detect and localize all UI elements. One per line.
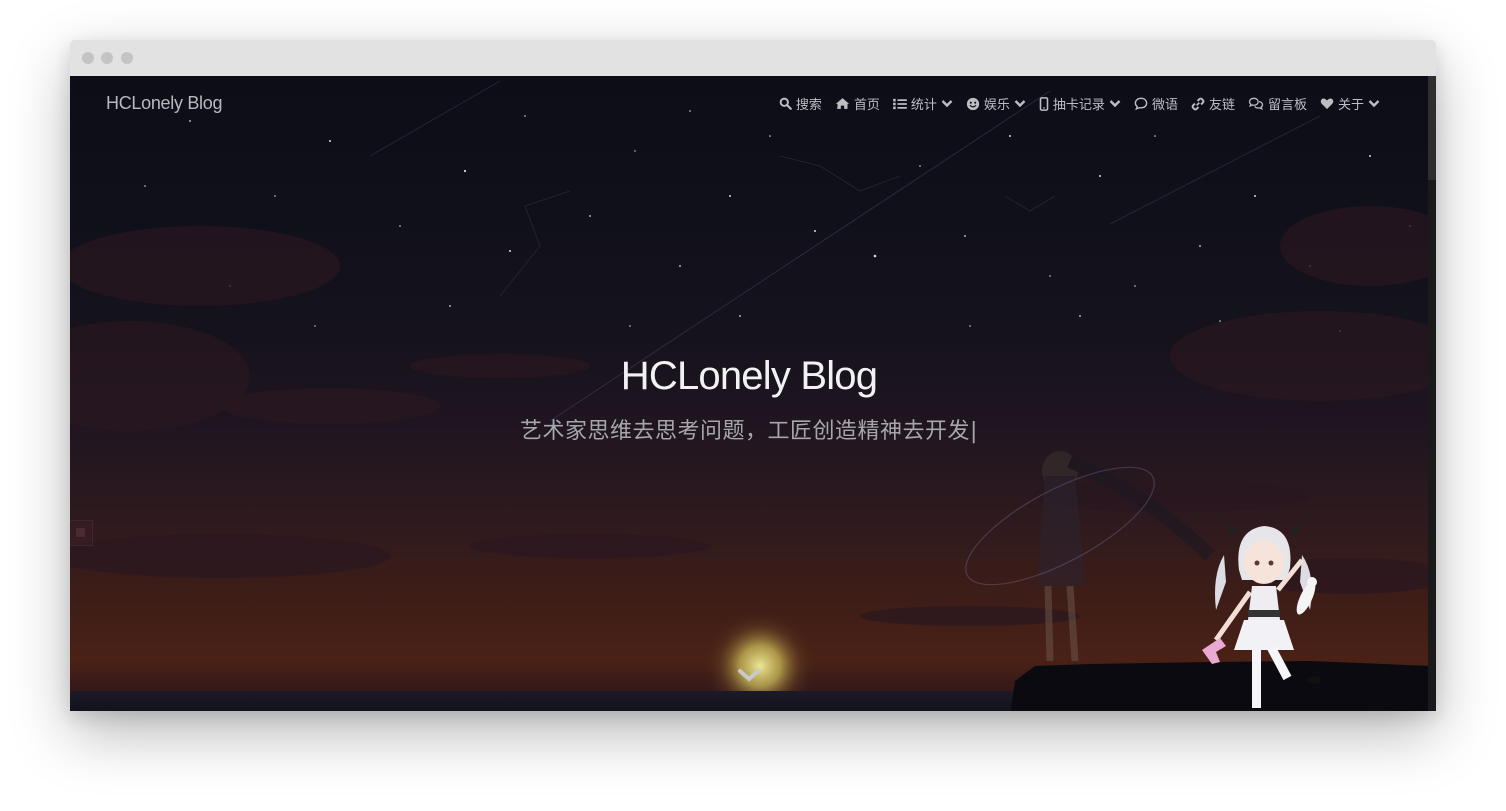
nav-item-label: 首页 [853, 98, 880, 113]
nav-item-home[interactable]: 首页 [835, 94, 880, 113]
page-scrollbar[interactable] [1428, 76, 1436, 711]
nav-item-label: 友链 [1208, 98, 1235, 113]
nav-item-guestbook[interactable]: 留言板 [1248, 94, 1307, 113]
side-widget-toggle[interactable] [70, 520, 93, 546]
home-icon [835, 98, 850, 109]
nav-item-stats[interactable]: 统计 [893, 94, 953, 113]
scrollbar-thumb[interactable] [1428, 76, 1436, 180]
nav-item-entertainment[interactable]: 娱乐 [966, 94, 1026, 113]
nav-item-label: 微语 [1151, 98, 1178, 113]
nav-item-search[interactable]: 搜索 [779, 94, 822, 113]
heart-icon [1320, 98, 1334, 110]
scroll-down-chevron-icon[interactable] [736, 667, 762, 685]
top-navbar: HCLonely Blog 搜索 首页 统计 娱乐 抽卡记录 微语 友链 留言板… [70, 76, 1428, 132]
nav-item-label: 统计 [910, 98, 937, 113]
nav-item-label: 关于 [1337, 98, 1364, 113]
chevron-down-icon [1368, 100, 1380, 108]
nav-item-microposts[interactable]: 微语 [1134, 94, 1178, 113]
search-icon [779, 97, 792, 110]
nav-item-gacha-records[interactable]: 抽卡记录 [1039, 94, 1121, 113]
chevron-down-icon [1014, 100, 1026, 108]
minimize-dot[interactable] [101, 52, 113, 64]
nav-item-label: 留言板 [1267, 98, 1307, 113]
hero-subtitle: 艺术家思维去思考问题，工匠创造精神去开发| [520, 419, 978, 444]
hero-title: HCLonely Blog [620, 354, 878, 398]
nav-item-label: 娱乐 [983, 98, 1010, 113]
chevron-down-icon [941, 100, 953, 108]
nav-item-label: 抽卡记录 [1052, 98, 1105, 113]
browser-window: HCLonely Blog 搜索 首页 统计 娱乐 抽卡记录 微语 友链 留言板… [70, 40, 1436, 711]
nav-item-label: 搜索 [795, 98, 822, 113]
close-dot[interactable] [82, 52, 94, 64]
maximize-dot[interactable] [121, 52, 133, 64]
comments-icon [1248, 97, 1264, 110]
link-icon [1191, 97, 1205, 110]
nav-item-friend-links[interactable]: 友链 [1191, 94, 1235, 113]
mascot-character-image[interactable] [1194, 520, 1334, 711]
nav-item-about[interactable]: 关于 [1320, 94, 1380, 113]
smile-icon [966, 97, 980, 110]
site-brand-link[interactable]: HCLonely Blog [106, 93, 222, 114]
page-viewport: HCLonely Blog 搜索 首页 统计 娱乐 抽卡记录 微语 友链 留言板… [70, 76, 1436, 711]
nav-menu: 搜索 首页 统计 娱乐 抽卡记录 微语 友链 留言板 关于 [779, 94, 1380, 113]
window-title-bar [70, 40, 1436, 76]
mobile-icon [1039, 96, 1049, 111]
list-icon [893, 98, 907, 109]
comment-icon [1134, 97, 1148, 110]
chevron-down-icon [1109, 100, 1121, 108]
